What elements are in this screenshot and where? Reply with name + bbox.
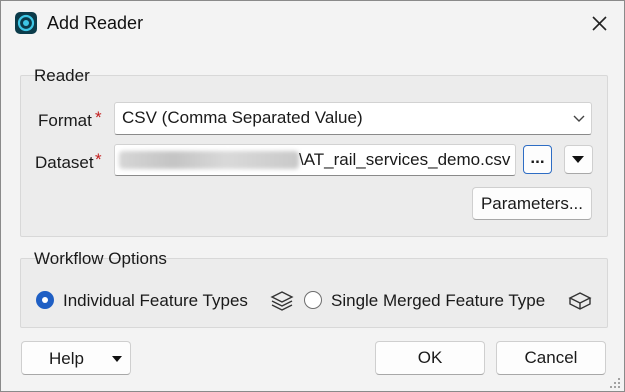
- dataset-input[interactable]: \AT_rail_services_demo.csv: [114, 144, 516, 176]
- format-required-marker: *: [95, 108, 102, 127]
- chevron-down-icon: [573, 115, 585, 122]
- redacted-path: [119, 151, 299, 169]
- resize-grip-icon[interactable]: [609, 377, 621, 389]
- help-button-label: Help: [49, 349, 84, 368]
- reader-group-title: Reader: [34, 66, 90, 85]
- format-label: Format: [38, 111, 92, 130]
- help-button[interactable]: Help: [21, 341, 131, 375]
- cancel-button-label: Cancel: [524, 348, 578, 367]
- browse-button-label: ...: [530, 147, 545, 167]
- single-merged-feature-type-label[interactable]: Single Merged Feature Type: [331, 291, 545, 311]
- browse-button[interactable]: ...: [523, 145, 552, 174]
- dataset-label: Dataset: [35, 153, 94, 172]
- parameters-button-label: Parameters...: [480, 193, 584, 213]
- single-merged-feature-type-radio[interactable]: [304, 291, 322, 309]
- dataset-input-value: \AT_rail_services_demo.csv: [299, 150, 511, 169]
- ok-button[interactable]: OK: [375, 341, 485, 375]
- close-icon: [592, 16, 607, 31]
- layers-icon: [270, 291, 294, 311]
- individual-feature-types-label[interactable]: Individual Feature Types: [63, 291, 248, 311]
- ok-button-label: OK: [417, 348, 443, 367]
- dataset-required-marker: *: [95, 150, 102, 169]
- triangle-down-icon: [572, 156, 584, 163]
- dataset-options-dropdown[interactable]: [564, 145, 593, 174]
- parameters-button[interactable]: Parameters...: [472, 187, 592, 220]
- format-select-value: CSV (Comma Separated Value): [122, 108, 363, 127]
- individual-feature-types-radio[interactable]: [36, 291, 54, 309]
- dialog-title: Add Reader: [47, 13, 144, 33]
- triangle-down-icon: [112, 356, 122, 362]
- cancel-button[interactable]: Cancel: [496, 341, 606, 375]
- format-select[interactable]: CSV (Comma Separated Value): [114, 102, 592, 135]
- title-bar: Add Reader: [1, 1, 624, 45]
- merged-layer-icon: [568, 292, 592, 310]
- close-button[interactable]: [581, 9, 617, 39]
- workflow-options-title: Workflow Options: [34, 249, 167, 268]
- add-reader-dialog: Add Reader Reader Format * CSV (Comma Se…: [0, 0, 625, 392]
- fme-app-icon: [15, 12, 37, 34]
